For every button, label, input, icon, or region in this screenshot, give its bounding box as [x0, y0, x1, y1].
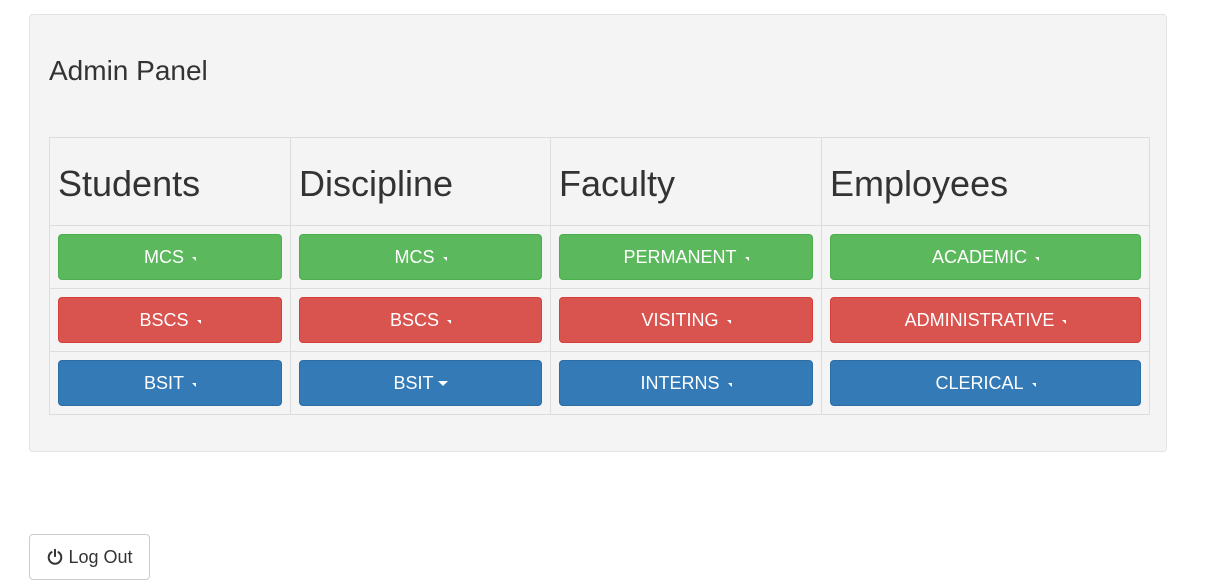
button-label: PERMANENT [623, 246, 737, 267]
logout-label: Log Out [68, 546, 133, 567]
table-cell: ADMINISTRATIVE [821, 288, 1150, 352]
button-label: ACADEMIC [931, 246, 1027, 267]
button-label: INTERNS [640, 372, 720, 393]
button-label: BSIT [143, 372, 184, 393]
column-header-faculty: Faculty [550, 137, 822, 226]
caret-icon [442, 257, 447, 261]
caret-icon [192, 383, 196, 387]
discipline-bscs-dropdown-button[interactable]: BSCS [299, 297, 542, 343]
power-icon [48, 548, 63, 565]
caret-icon [1062, 320, 1067, 324]
caret-icon [727, 383, 732, 387]
button-label: MCS [144, 246, 184, 267]
students-bscs-dropdown-button[interactable]: BSCS [58, 297, 282, 343]
caret-icon [1031, 383, 1036, 387]
panel-title: Admin Panel [49, 55, 208, 86]
caret-icon [1035, 257, 1039, 261]
chevron-down-icon [437, 380, 448, 386]
table-cell: PERMANENT [550, 225, 822, 289]
students-mcs-dropdown-button[interactable]: MCS [58, 234, 282, 280]
column-header-discipline: Discipline [290, 137, 551, 226]
table-cell: VISITING [550, 288, 822, 352]
table-cell: CLERICAL [821, 351, 1150, 415]
table-cell: BSIT [290, 351, 551, 415]
table-cell: INTERNS [550, 351, 822, 415]
button-label: CLERICAL [935, 372, 1024, 393]
caret-icon [726, 320, 731, 324]
table-cell: MCS [290, 225, 551, 289]
caret-icon [744, 257, 749, 261]
caret-icon [447, 320, 452, 324]
table-row: MCS MCS PERMANENT ACADEMIC [49, 225, 1150, 289]
button-label: BSCS [139, 309, 189, 330]
employees-administrative-dropdown-button[interactable]: ADMINISTRATIVE [830, 297, 1141, 343]
column-header-students: Students [49, 137, 291, 226]
table-cell: BSCS [49, 288, 291, 352]
discipline-bsit-dropdown-button[interactable]: BSIT [299, 360, 542, 406]
header-row: Students Discipline Faculty Employees [49, 137, 1150, 226]
table-row: BSIT BSIT INTERNS CLERICAL [49, 351, 1150, 415]
column-header-employees: Employees [821, 137, 1150, 226]
button-label: BSCS [389, 309, 440, 330]
button-label: ADMINISTRATIVE [904, 309, 1055, 330]
students-bsit-dropdown-button[interactable]: BSIT [58, 360, 282, 406]
employees-academic-dropdown-button[interactable]: ACADEMIC [830, 234, 1141, 280]
caret-icon [196, 320, 201, 324]
button-label: MCS [394, 246, 435, 267]
table-cell: BSIT [49, 351, 291, 415]
table-row: BSCS BSCS VISITING ADMINISTRATIVE [49, 288, 1150, 352]
button-label: BSIT [393, 372, 434, 393]
table-cell: ACADEMIC [821, 225, 1150, 289]
caret-icon [192, 257, 196, 261]
table-cell: BSCS [290, 288, 551, 352]
logout-button[interactable]: Log Out [29, 534, 150, 580]
faculty-interns-dropdown-button[interactable]: INTERNS [559, 360, 813, 406]
employees-clerical-dropdown-button[interactable]: CLERICAL [830, 360, 1141, 406]
admin-panel: Admin Panel Students Discipline Faculty … [29, 14, 1167, 452]
button-label: VISITING [641, 309, 719, 330]
faculty-visiting-dropdown-button[interactable]: VISITING [559, 297, 813, 343]
table-cell: MCS [49, 225, 291, 289]
faculty-permanent-dropdown-button[interactable]: PERMANENT [559, 234, 813, 280]
discipline-mcs-dropdown-button[interactable]: MCS [299, 234, 542, 280]
admin-grid: Students Discipline Faculty Employees MC… [49, 137, 1150, 415]
